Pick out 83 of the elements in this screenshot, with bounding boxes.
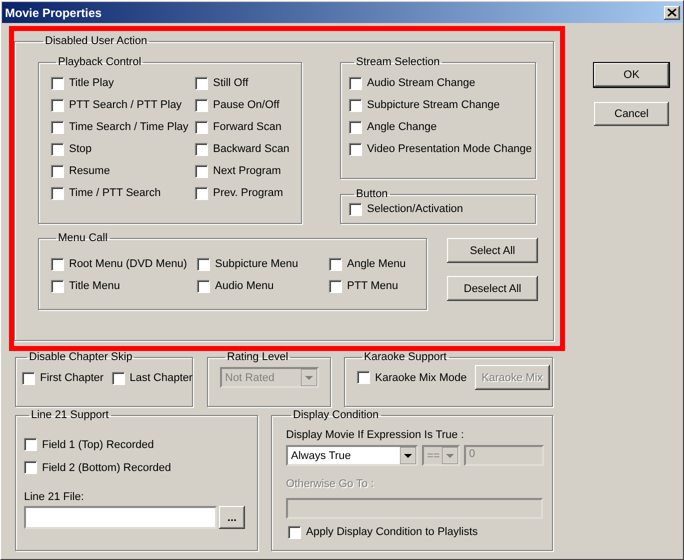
checkbox[interactable]: [195, 120, 208, 134]
button[interactable]: Select All: [447, 238, 538, 263]
checkbox[interactable]: [22, 372, 35, 384]
dropdown-arrow-icon: [400, 447, 416, 464]
checkbox[interactable]: [349, 76, 362, 90]
checkbox[interactable]: [349, 202, 362, 216]
group-label: Disabled User Action: [44, 35, 148, 47]
checkbox[interactable]: [24, 461, 37, 474]
checkbox[interactable]: [51, 280, 64, 292]
checkbox-label: Subpicture Menu: [215, 258, 298, 270]
checkbox-label: Time / PTT Search: [69, 187, 161, 199]
dropdown-arrow-icon: [442, 447, 458, 464]
checkbox[interactable]: [288, 526, 301, 538]
group-label: Menu Call: [57, 232, 109, 244]
checkbox[interactable]: [197, 258, 210, 270]
group-label: Button: [355, 188, 389, 200]
checkbox[interactable]: [195, 98, 208, 112]
checkbox-label: Selection/Activation: [367, 203, 463, 215]
checkbox[interactable]: [195, 164, 208, 178]
file-field[interactable]: [24, 506, 217, 529]
checkbox-label: Subpicture Stream Change: [367, 99, 500, 111]
checkbox[interactable]: [195, 186, 208, 200]
checkbox-label: Audio Stream Change: [367, 77, 476, 89]
checkbox[interactable]: [51, 258, 64, 270]
group-label: Stream Selection: [355, 56, 441, 68]
checkbox-label: Backward Scan: [213, 143, 290, 155]
checkbox[interactable]: [197, 280, 210, 292]
field-label: Display Movie If Expression Is True :: [286, 429, 465, 441]
checkbox-label: PTT Search / PTT Play: [69, 99, 182, 111]
close-button[interactable]: [664, 6, 680, 20]
group-label: Disable Chapter Skip: [28, 351, 134, 363]
checkbox-label: Field 1 (Top) Recorded: [42, 438, 154, 450]
field-label: Line 21 File:: [24, 491, 85, 503]
checkbox[interactable]: [51, 120, 64, 134]
checkbox[interactable]: [195, 76, 208, 90]
checkbox[interactable]: [349, 98, 362, 112]
checkbox[interactable]: [24, 438, 37, 451]
checkbox-label: Title Play: [69, 77, 114, 89]
checkbox[interactable]: [51, 186, 64, 200]
browse-button[interactable]: ...: [219, 506, 245, 529]
button[interactable]: Cancel: [594, 102, 669, 126]
checkbox[interactable]: [51, 142, 64, 156]
checkbox-label: First Chapter: [40, 372, 104, 384]
checkbox-label: Audio Menu: [215, 280, 274, 292]
group-label: Playback Control: [57, 56, 142, 68]
checkbox-label: Angle Menu: [347, 258, 406, 270]
checkbox-label: Field 2 (Bottom) Recorded: [42, 462, 171, 474]
checkbox[interactable]: [51, 98, 64, 112]
group-label: Display Condition: [292, 409, 380, 421]
checkbox-label: Karaoke Mix Mode: [375, 372, 467, 384]
group-label: Karaoke Support: [363, 351, 448, 363]
checkbox-label: Forward Scan: [213, 121, 282, 133]
checkbox-label: Apply Display Condition to Playlists: [306, 526, 478, 538]
checkbox-label: Pause On/Off: [213, 99, 280, 111]
checkbox-label: Resume: [69, 165, 110, 177]
checkbox-label: Time Search / Time Play: [69, 121, 188, 133]
checkbox[interactable]: [349, 120, 362, 134]
checkbox-label: Stop: [69, 143, 92, 155]
group-label: Rating Level: [226, 351, 290, 363]
checkbox-label: Video Presentation Mode Change: [367, 143, 532, 155]
group-label: Line 21 Support: [30, 409, 110, 421]
checkbox[interactable]: [51, 76, 64, 90]
checkbox-label: Last Chapter: [130, 372, 193, 384]
button[interactable]: Deselect All: [447, 276, 538, 301]
checkbox[interactable]: [112, 372, 125, 384]
checkbox-label: Still Off: [213, 77, 248, 89]
checkbox[interactable]: [329, 258, 342, 270]
checkbox-label: Title Menu: [69, 280, 120, 292]
checkbox-label: Root Menu (DVD Menu): [69, 258, 187, 270]
checkbox[interactable]: [329, 280, 342, 292]
checkbox[interactable]: [357, 371, 370, 384]
window-title: Movie Properties: [5, 6, 102, 20]
field-label: Otherwise Go To :: [286, 478, 375, 490]
checkbox-label: Angle Change: [367, 121, 437, 133]
checkbox[interactable]: [51, 164, 64, 178]
checkbox[interactable]: [349, 142, 362, 156]
button[interactable]: OK: [594, 63, 669, 87]
checkbox-label: PTT Menu: [347, 280, 398, 292]
checkbox-label: Prev. Program: [213, 187, 284, 199]
checkbox[interactable]: [195, 142, 208, 156]
checkbox-label: Next Program: [213, 165, 281, 177]
dropdown-arrow-icon: [301, 369, 317, 386]
dropdown[interactable]: Always True: [286, 445, 418, 466]
